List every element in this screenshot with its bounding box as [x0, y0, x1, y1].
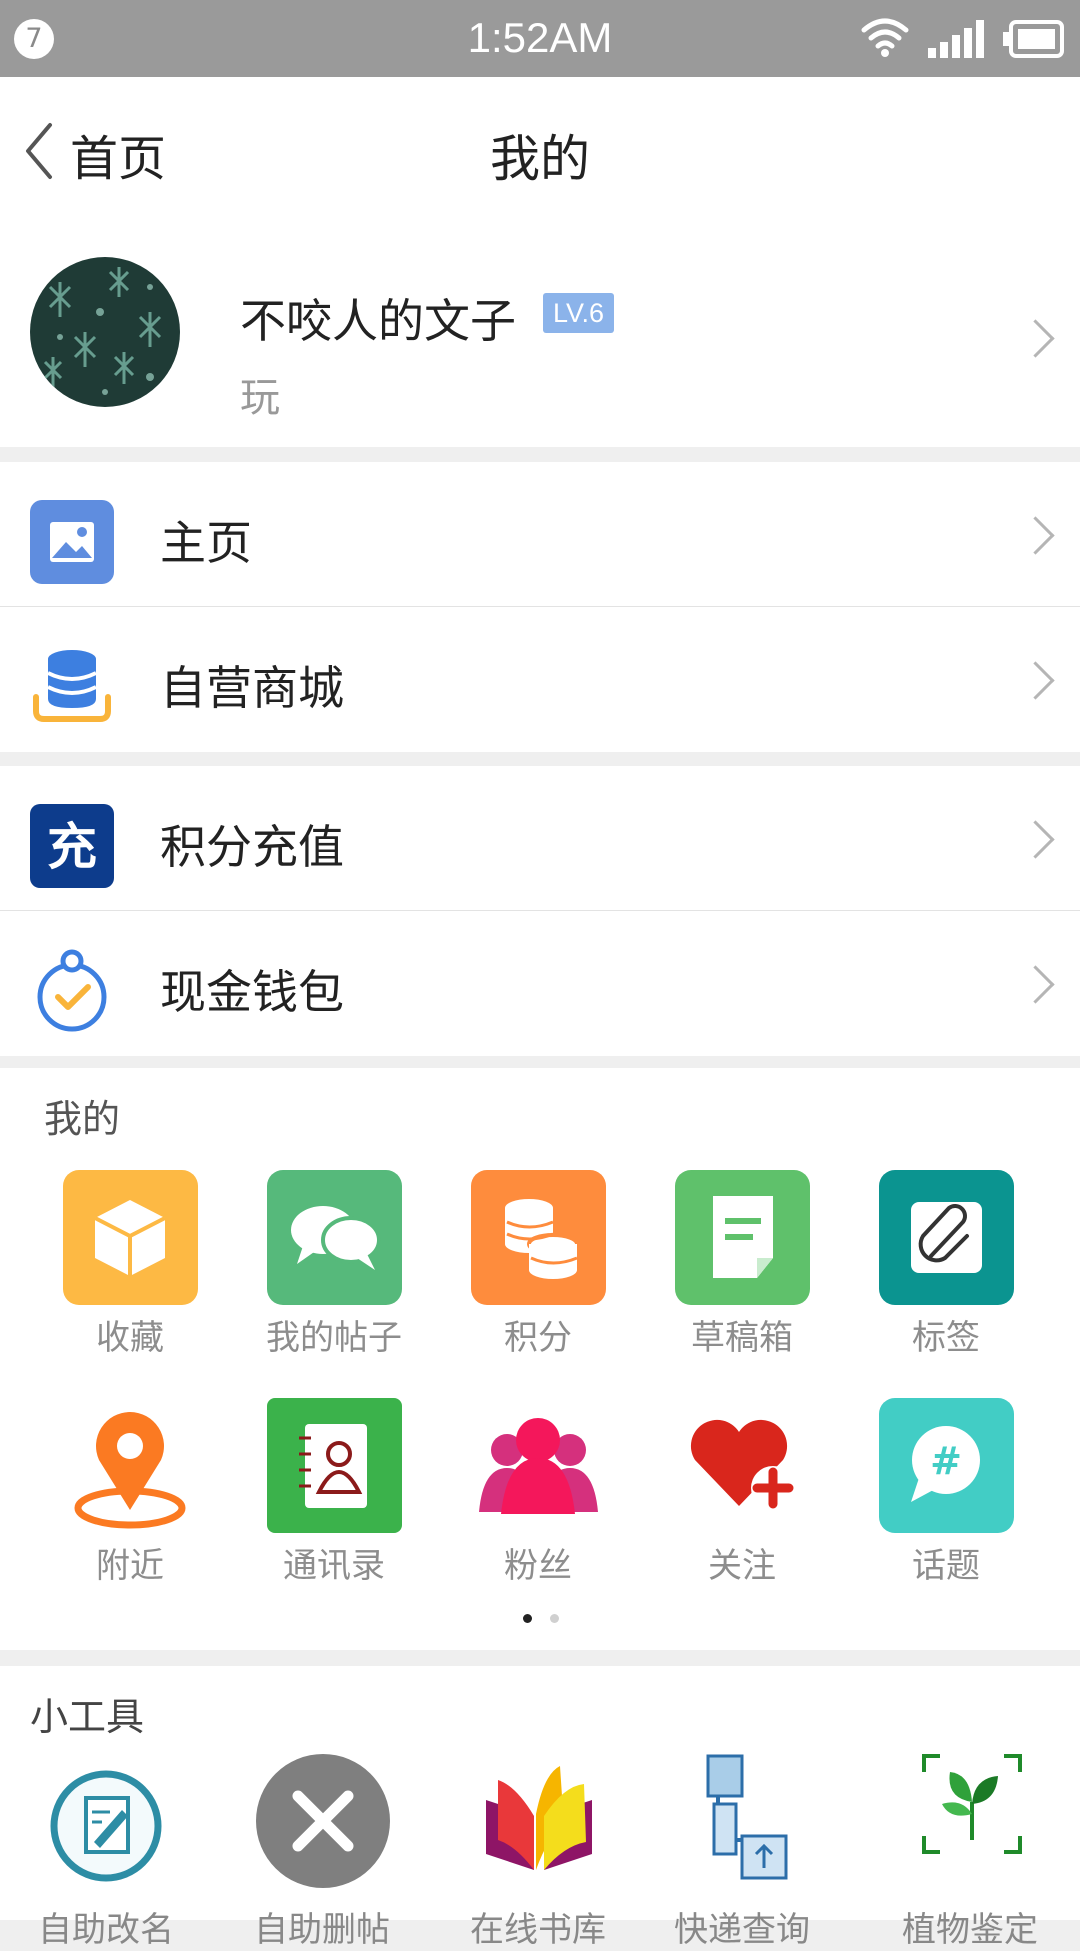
- chevron-right-icon: [1016, 820, 1055, 859]
- tool-rename[interactable]: 自助改名: [4, 1766, 208, 1950]
- grid-item-drafts[interactable]: 草稿箱: [640, 1170, 844, 1360]
- chevron-right-icon: [1016, 965, 1055, 1004]
- grid-label: 收藏: [96, 1318, 164, 1358]
- tool-label: 自助删帖: [254, 1910, 390, 1950]
- page-dot[interactable]: [550, 1614, 559, 1623]
- mine-section: 我的 收藏 我的帖子 积分 草稿箱 标签 附近 通讯录 粉丝 关注 # 话题: [0, 1068, 1080, 1650]
- clock-check-icon: [30, 949, 114, 1033]
- grid-label: 粉丝: [504, 1546, 572, 1586]
- tool-library[interactable]: 在线书库: [436, 1766, 640, 1950]
- menu-label: 现金钱包: [160, 965, 344, 1019]
- tool-label: 快递查询: [674, 1910, 810, 1950]
- tool-label: 植物鉴定: [902, 1910, 1038, 1950]
- tool-label: 自助改名: [38, 1910, 174, 1950]
- wifi-icon: [861, 18, 909, 57]
- signal-icon: [928, 20, 984, 58]
- svg-text:充: 充: [47, 818, 97, 876]
- avatar[interactable]: [30, 257, 180, 407]
- grid-item-tags[interactable]: 标签: [844, 1170, 1048, 1360]
- chevron-right-icon: [1016, 516, 1055, 555]
- plant-scan-icon: [920, 1752, 1024, 1856]
- grid-item-fans[interactable]: 粉丝: [436, 1398, 640, 1588]
- delivery-icon: [692, 1752, 792, 1886]
- grid-label: 草稿箱: [691, 1318, 793, 1358]
- menu-label: 自营商城: [160, 661, 344, 715]
- svg-text:#: #: [930, 1439, 962, 1483]
- open-book-icon: [474, 1756, 604, 1886]
- delete-x-icon: [256, 1754, 391, 1889]
- grid-item-favorites[interactable]: 收藏: [28, 1170, 232, 1360]
- grid-label: 附近: [96, 1546, 164, 1586]
- battery-icon: [1003, 20, 1064, 58]
- page-dot-active[interactable]: [523, 1614, 532, 1623]
- tool-label: 在线书库: [470, 1910, 606, 1950]
- section-title: 我的: [44, 1097, 121, 1141]
- edit-document-icon: [46, 1766, 166, 1886]
- box-icon: [63, 1170, 198, 1305]
- menu-label: 主页: [160, 516, 252, 570]
- location-pin-icon: [63, 1398, 198, 1533]
- heart-plus-icon: [675, 1398, 810, 1533]
- profile-subtitle: 玩: [240, 375, 280, 421]
- draft-icon: [675, 1170, 810, 1305]
- image-icon: [30, 500, 114, 584]
- status-time: 1:52AM: [467, 14, 613, 61]
- grid-label: 积分: [504, 1318, 572, 1358]
- people-icon: [471, 1398, 606, 1533]
- chevron-right-icon: [1016, 661, 1055, 700]
- tool-plant-identify[interactable]: 植物鉴定: [868, 1754, 1072, 1950]
- profile-name: 不咬人的文子: [240, 294, 516, 348]
- grid-item-topics[interactable]: # 话题: [844, 1398, 1048, 1588]
- contacts-book-icon: [267, 1398, 402, 1533]
- grid-label: 关注: [708, 1546, 776, 1586]
- grid-label: 话题: [912, 1546, 980, 1586]
- grid-label: 标签: [912, 1318, 980, 1358]
- coins-icon: [471, 1170, 606, 1305]
- grid-item-points[interactable]: 积分: [436, 1170, 640, 1360]
- grid-label: 我的帖子: [266, 1318, 402, 1358]
- grid-item-nearby[interactable]: 附近: [28, 1398, 232, 1588]
- menu-item-recharge[interactable]: 充 积分充值: [0, 766, 1080, 911]
- chat-bubbles-icon: [267, 1170, 402, 1305]
- menu-item-wallet[interactable]: 现金钱包: [0, 911, 1080, 1056]
- hashtag-bubble-icon: #: [879, 1398, 1014, 1533]
- menu-item-mall[interactable]: 自营商城: [0, 607, 1080, 752]
- level-badge: LV.6: [543, 293, 615, 333]
- page-title: 我的: [490, 130, 590, 188]
- tool-delete-post[interactable]: 自助删帖: [220, 1754, 424, 1950]
- paperclip-icon: [879, 1170, 1014, 1305]
- nav-bar: 首页 我的: [0, 77, 1080, 225]
- tool-express[interactable]: 快递查询: [640, 1754, 844, 1950]
- status-bar: 7 1:52AM: [0, 0, 1080, 77]
- recharge-icon: 充: [30, 804, 114, 888]
- grid-label: 通讯录: [283, 1546, 385, 1586]
- grid-item-following[interactable]: 关注: [640, 1398, 844, 1588]
- tools-section: 小工具 自助改名 自助删帖 在线书库 快递查询 植物鉴定: [0, 1666, 1080, 1950]
- chevron-right-icon: [1016, 319, 1055, 358]
- menu-item-homepage[interactable]: 主页: [0, 462, 1080, 607]
- coin-stack-icon: [30, 645, 114, 729]
- grid-item-my-posts[interactable]: 我的帖子: [232, 1170, 436, 1360]
- grid-item-contacts[interactable]: 通讯录: [232, 1398, 436, 1588]
- menu-label: 积分充值: [160, 820, 344, 874]
- section-title: 小工具: [30, 1695, 145, 1739]
- profile-card[interactable]: 不咬人的文子 LV.6 玩: [0, 225, 1080, 447]
